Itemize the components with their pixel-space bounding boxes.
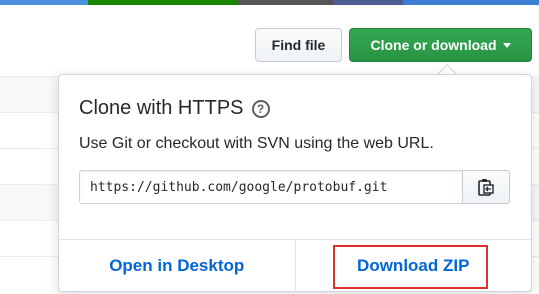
clone-url-input[interactable] [79,170,462,204]
download-zip-link[interactable]: Download ZIP [296,240,532,292]
language-bar [0,0,539,5]
language-segment [0,0,88,5]
language-segment [238,0,333,5]
clipboard-icon [478,179,494,196]
clone-description: Use Git or checkout with SVN using the w… [79,135,434,152]
clone-label: Clone or download [370,37,497,53]
open-in-desktop-label: Open in Desktop [109,256,245,275]
open-in-desktop-link[interactable]: Open in Desktop [59,240,296,292]
copy-url-button[interactable] [462,170,510,204]
clone-dropdown: Clone with HTTPS ? Use Git or checkout w… [58,74,532,292]
github-repo-page: Find file Clone or download Clone with H… [0,0,539,294]
question-help-icon[interactable]: ? [251,99,270,118]
find-file-label: Find file [271,37,326,53]
clone-title-text: Clone with HTTPS [79,97,244,119]
find-file-button[interactable]: Find file [255,28,342,62]
language-segment [333,0,403,5]
clone-footer: Open in Desktop Download ZIP [59,239,531,292]
clone-title: Clone with HTTPS ? [79,97,270,120]
caret-down-icon [502,43,511,48]
language-segment [88,0,238,5]
clone-url-group [79,170,510,204]
clone-or-download-button[interactable]: Clone or download [349,28,532,62]
language-segment [403,0,539,5]
download-zip-label: Download ZIP [357,256,470,275]
